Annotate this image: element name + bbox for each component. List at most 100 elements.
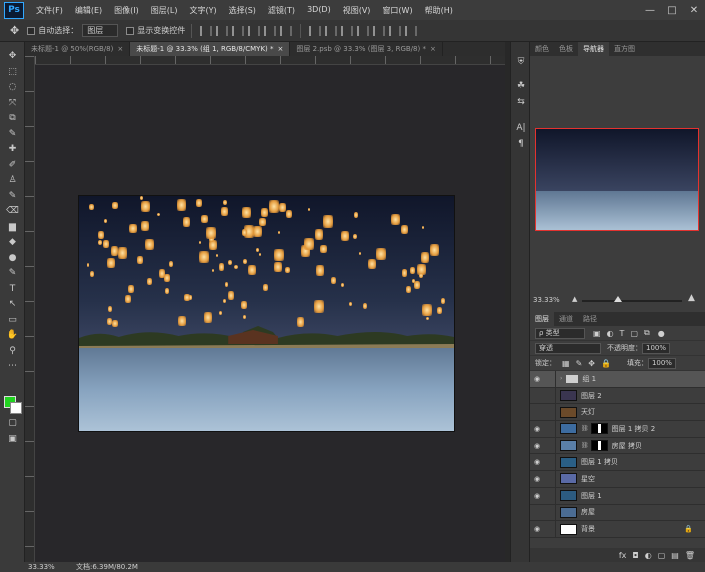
- actions-icon[interactable]: ☘: [515, 80, 527, 92]
- history-icon[interactable]: ⛨: [515, 56, 527, 68]
- menu-item[interactable]: 文字(Y): [183, 5, 222, 16]
- panel-tab[interactable]: 色板: [554, 42, 578, 56]
- zoom-out-icon[interactable]: ▲: [572, 295, 577, 303]
- panel-tab[interactable]: 通道: [554, 312, 578, 326]
- layer-row[interactable]: ◉ ⛓ 房屋 拷贝: [530, 437, 705, 455]
- menu-item[interactable]: 3D(D): [301, 5, 337, 16]
- close-icon[interactable]: ×: [117, 45, 123, 53]
- expand-arrow-icon[interactable]: ›: [560, 375, 562, 382]
- menu-item[interactable]: 滤镜(T): [262, 5, 301, 16]
- eye-icon[interactable]: ◉: [530, 492, 544, 500]
- zoom-tool-icon[interactable]: ⚲: [6, 345, 19, 357]
- lock-all-icon[interactable]: 🔒: [601, 359, 611, 368]
- dodge-tool-icon[interactable]: ●: [6, 252, 19, 264]
- filter-type-icon[interactable]: T: [620, 329, 625, 338]
- align-top-icon[interactable]: [200, 25, 213, 36]
- layer-row[interactable]: ◉ ⛓ 图层 1 拷贝 2: [530, 420, 705, 438]
- layer-row[interactable]: ◉ 图层 1 拷贝: [530, 454, 705, 472]
- panel-tab[interactable]: 图层: [530, 312, 554, 326]
- navigator-view-box[interactable]: [535, 128, 699, 231]
- eye-icon[interactable]: ◉: [530, 458, 544, 466]
- maximize-button[interactable]: □: [661, 5, 683, 16]
- brush-tool-icon[interactable]: ✐: [6, 159, 19, 171]
- auto-align-icon[interactable]: [405, 25, 418, 36]
- menu-item[interactable]: 选择(S): [223, 5, 262, 16]
- auto-select-dropdown[interactable]: 图层: [82, 24, 119, 37]
- auto-select-checkbox[interactable]: [27, 26, 36, 35]
- filter-pixel-icon[interactable]: ▣: [593, 329, 601, 338]
- adjustment-icon[interactable]: ◐: [645, 551, 652, 560]
- document-tab[interactable]: 未标题-1 @ 50%(RGB/8) ×: [25, 42, 131, 56]
- layer-mask-thumbnail[interactable]: [590, 440, 608, 452]
- lock-pixels-icon[interactable]: ▦: [562, 359, 570, 368]
- shape-tool-icon[interactable]: ▭: [6, 314, 19, 326]
- layer-row[interactable]: 房屋: [530, 504, 705, 522]
- fx-icon[interactable]: fx: [619, 551, 627, 560]
- mask-icon[interactable]: ◘: [632, 551, 638, 560]
- minimize-button[interactable]: —: [639, 5, 661, 16]
- menu-item[interactable]: 图层(L): [145, 5, 184, 16]
- filter-shape-icon[interactable]: ▢: [630, 329, 638, 338]
- layer-row[interactable]: ◉ 星空: [530, 470, 705, 488]
- stamp-tool-icon[interactable]: ♙: [6, 174, 19, 186]
- lock-paint-icon[interactable]: ✎: [576, 359, 583, 368]
- paragraph-icon[interactable]: ¶: [515, 138, 527, 150]
- gradient-tool-icon[interactable]: ▆: [6, 221, 19, 233]
- show-transform-checkbox[interactable]: [126, 26, 135, 35]
- distribute-vcenter-icon[interactable]: [325, 25, 338, 36]
- document-canvas[interactable]: [78, 195, 455, 432]
- quick-mask-icon[interactable]: ▢: [6, 417, 19, 429]
- opacity-field[interactable]: 100%: [642, 342, 671, 354]
- more-tool-icon[interactable]: ⋯: [6, 360, 19, 372]
- layer-row[interactable]: 图层 2: [530, 387, 705, 405]
- layer-mask-thumbnail[interactable]: [590, 423, 608, 435]
- panel-tab[interactable]: 导航器: [578, 42, 609, 56]
- align-hcenter-icon[interactable]: [264, 25, 277, 36]
- filter-smart-icon[interactable]: ⧉: [644, 328, 650, 338]
- move-tool-icon[interactable]: ✥: [6, 50, 19, 62]
- path-select-tool-icon[interactable]: ↖: [6, 298, 19, 310]
- vertical-ruler[interactable]: [25, 56, 35, 562]
- close-icon[interactable]: ×: [278, 45, 284, 53]
- healing-tool-icon[interactable]: ✚: [6, 143, 19, 155]
- menu-item[interactable]: 帮助(H): [419, 5, 459, 16]
- zoom-readout[interactable]: 33.33%: [0, 563, 55, 571]
- eraser-tool-icon[interactable]: ⌫: [6, 205, 19, 217]
- crop-tool-icon[interactable]: ⧉: [6, 112, 19, 124]
- quick-select-tool-icon[interactable]: ⤧: [6, 97, 19, 109]
- blend-mode-dropdown[interactable]: 穿透: [535, 342, 601, 354]
- align-vcenter-icon[interactable]: [216, 25, 229, 36]
- filter-toggle-icon[interactable]: ●: [658, 329, 665, 338]
- layer-row[interactable]: ◉ › 组 1: [530, 370, 705, 388]
- lasso-tool-icon[interactable]: ◌: [6, 81, 19, 93]
- new-layer-icon[interactable]: ▤: [671, 551, 679, 560]
- history-brush-tool-icon[interactable]: ✎: [6, 190, 19, 202]
- menu-item[interactable]: 文件(F): [30, 5, 69, 16]
- zoom-in-icon[interactable]: ▲: [688, 293, 695, 303]
- menu-item[interactable]: 视图(V): [337, 5, 377, 16]
- fill-field[interactable]: 100%: [647, 357, 676, 369]
- menu-item[interactable]: 编辑(E): [69, 5, 108, 16]
- trash-icon[interactable]: 🗑: [685, 551, 695, 560]
- align-left-icon[interactable]: [248, 25, 261, 36]
- eye-icon[interactable]: ◉: [530, 425, 544, 433]
- navigator-zoom-knob[interactable]: [614, 296, 622, 302]
- layer-filter-dropdown[interactable]: ρ 类型: [535, 327, 585, 339]
- navigator-zoom-slider[interactable]: [582, 300, 682, 302]
- screen-mode-icon[interactable]: ▣: [6, 433, 19, 445]
- adjustments-icon[interactable]: ⇆: [515, 96, 527, 108]
- background-color-swatch[interactable]: [10, 402, 22, 414]
- panel-tab[interactable]: 颜色: [530, 42, 554, 56]
- distribute-top-icon[interactable]: [309, 25, 322, 36]
- eye-icon[interactable]: ◉: [530, 375, 544, 383]
- distribute-hcenter-icon[interactable]: [373, 25, 386, 36]
- layer-row[interactable]: 天灯: [530, 404, 705, 422]
- marquee-tool-icon[interactable]: ⬚: [6, 66, 19, 78]
- align-bottom-icon[interactable]: [232, 25, 245, 36]
- document-tab[interactable]: 未标题-1 @ 33.3% (组 1, RGB/8/CMYK) * ×: [130, 42, 291, 56]
- menu-item[interactable]: 窗口(W): [376, 5, 418, 16]
- group-icon[interactable]: ▢: [658, 551, 666, 560]
- align-right-icon[interactable]: [280, 25, 293, 36]
- eye-icon[interactable]: ◉: [530, 525, 544, 533]
- move-tool-icon[interactable]: ✥: [10, 24, 19, 37]
